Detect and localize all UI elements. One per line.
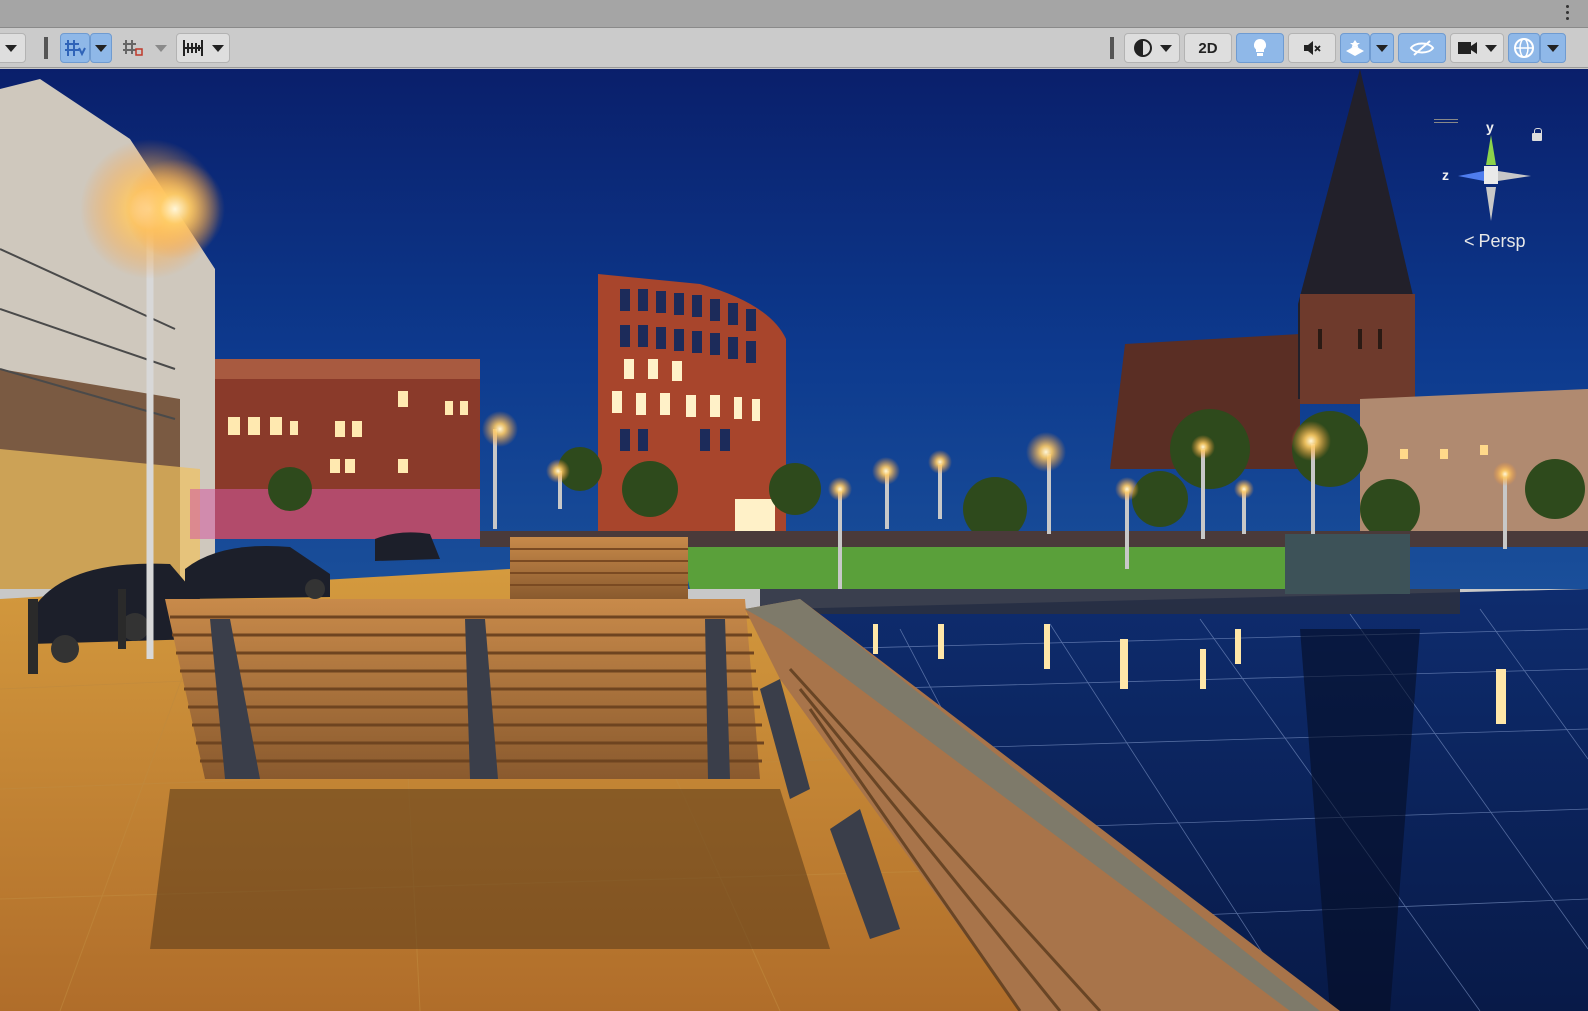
axis-z-label: z (1442, 167, 1449, 183)
effects-toggle-button[interactable] (1340, 33, 1370, 63)
effects-dropdown[interactable] (1370, 33, 1394, 63)
view-dropdown[interactable] (0, 33, 26, 63)
gizmo-globe-icon (1514, 38, 1534, 58)
toolbar-separator (40, 33, 52, 63)
lighting-toggle-button[interactable] (1236, 33, 1284, 63)
ruler-button[interactable] (176, 33, 230, 63)
chevron-down-icon (95, 44, 107, 52)
chevron-down-icon (1547, 44, 1559, 52)
chevron-down-icon (212, 44, 224, 52)
snap-increment-dropdown[interactable] (150, 33, 172, 63)
perspective-icon: < (1464, 231, 1475, 251)
grid-snap-icon (65, 40, 86, 57)
gizmos-toggle-button[interactable] (1508, 33, 1540, 63)
effects-icon (1346, 40, 1364, 56)
grid-snap-button[interactable] (60, 33, 90, 63)
orientation-gizmo[interactable]: y z < Persp (1438, 119, 1548, 271)
hidden-eye-icon (1409, 40, 1435, 56)
grid-snap-dropdown[interactable] (90, 33, 112, 63)
shading-mode-button[interactable] (1124, 33, 1180, 63)
audio-mute-icon (1304, 41, 1321, 55)
chevron-down-icon (1485, 44, 1497, 52)
chevron-down-icon (1376, 44, 1388, 52)
mode-2d-button[interactable]: 2D (1184, 33, 1232, 63)
lock-icon[interactable] (1532, 128, 1542, 141)
lightbulb-icon (1253, 38, 1267, 56)
scene-render (0, 69, 1588, 1011)
projection-label: Persp (1478, 231, 1526, 251)
axis-y-label: y (1486, 119, 1494, 135)
chevron-down-icon (1160, 44, 1172, 52)
hidden-objects-toggle-button[interactable] (1398, 33, 1446, 63)
scene-toolbar: 2D (0, 28, 1588, 68)
projection-toggle[interactable]: < Persp (1464, 231, 1526, 252)
ruler-icon (183, 40, 203, 56)
toolbar-separator (1106, 33, 1118, 63)
snap-increment-button[interactable] (118, 33, 148, 63)
chevron-down-icon (5, 44, 17, 52)
chevron-down-icon (155, 44, 167, 52)
gizmos-dropdown[interactable] (1540, 33, 1566, 63)
camera-icon (1458, 42, 1477, 54)
camera-settings-button[interactable] (1450, 33, 1504, 63)
more-options-icon[interactable] (1566, 5, 1570, 23)
scene-viewport[interactable]: y z < Persp (0, 69, 1588, 1011)
shading-sphere-icon (1134, 39, 1152, 57)
audio-toggle-button[interactable] (1288, 33, 1336, 63)
window-titlebar (0, 0, 1588, 28)
snap-increment-icon (123, 40, 143, 56)
